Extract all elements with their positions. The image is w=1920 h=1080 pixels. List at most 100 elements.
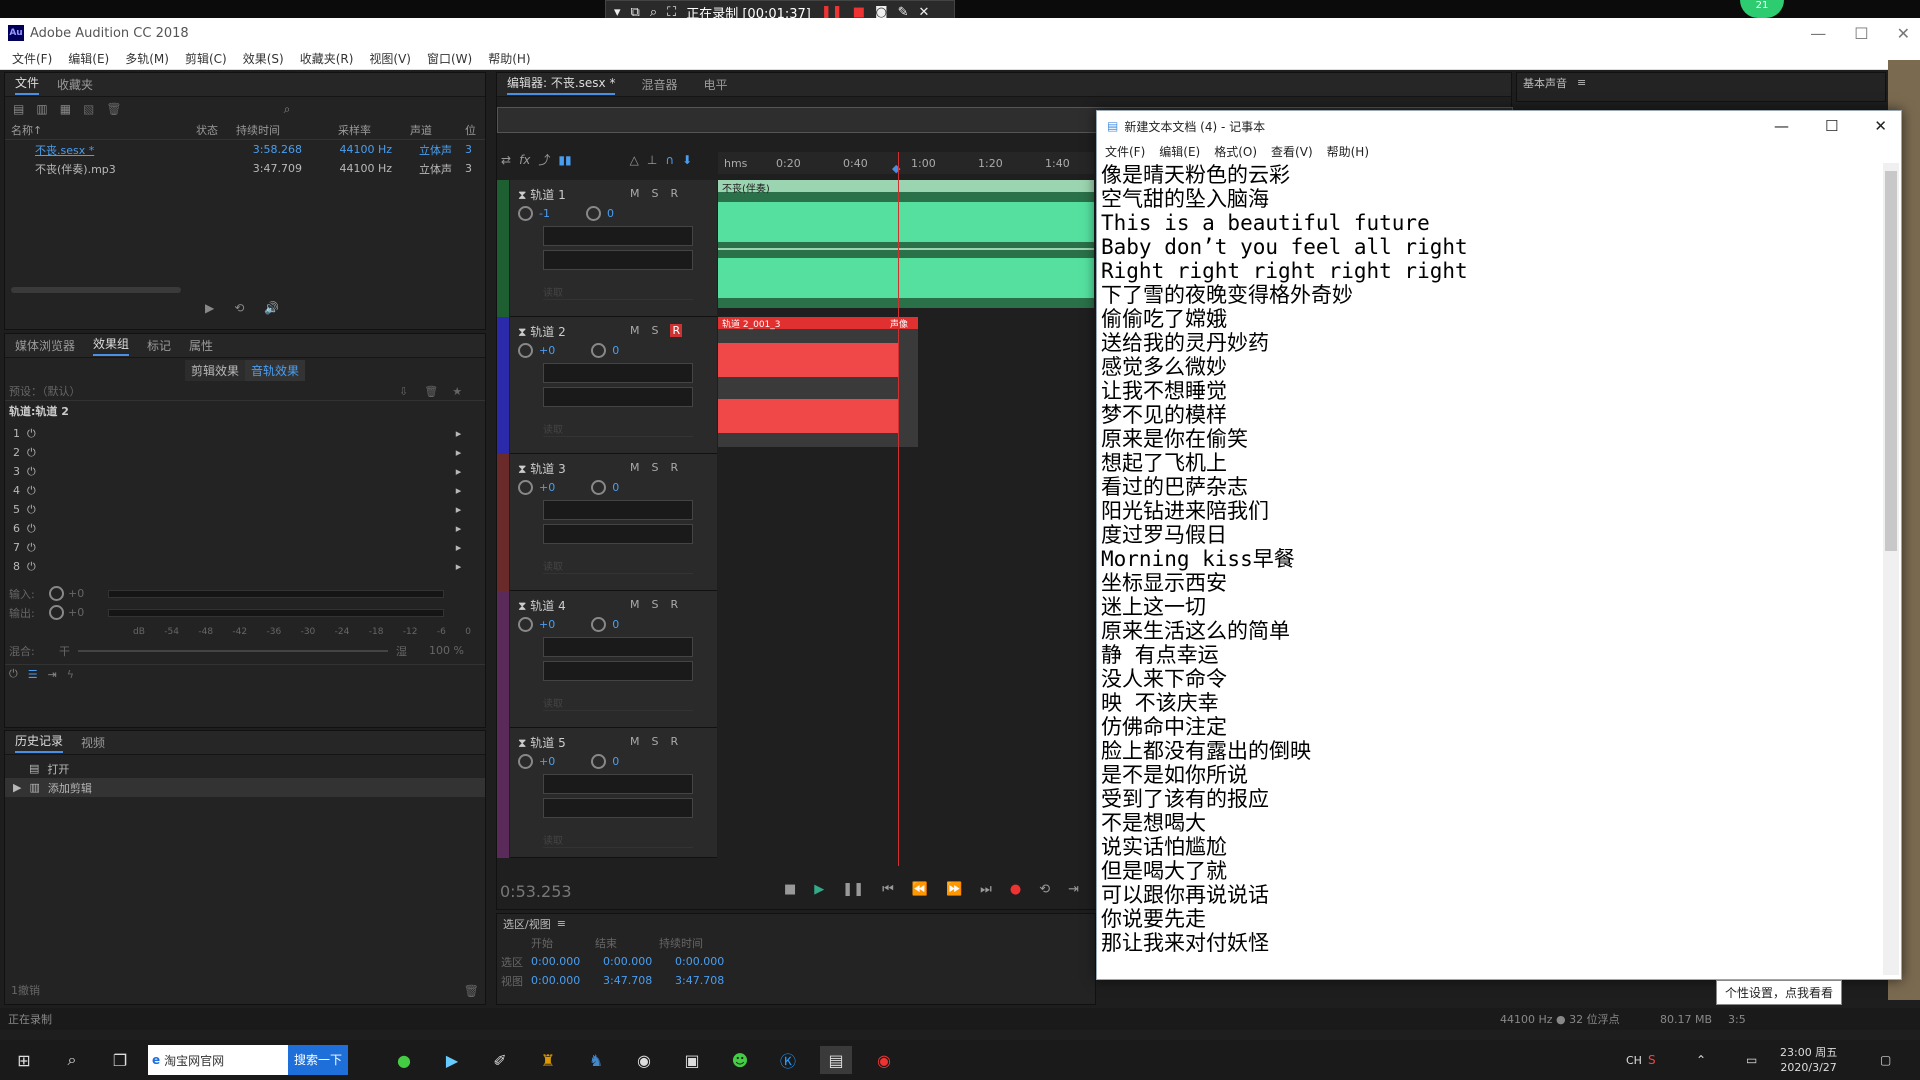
- np-menu-view[interactable]: 查看(V): [1271, 143, 1313, 160]
- audio-clip[interactable]: 轨道 2_001_3声像: [718, 317, 918, 447]
- volume-knob[interactable]: [518, 754, 533, 769]
- effect-slot[interactable]: 7 ⏻ ▸: [13, 538, 485, 557]
- time-ruler[interactable]: hms 0:20 0:40 1:00 1:20 1:40 ◆: [718, 152, 1094, 175]
- effect-slot[interactable]: 2 ⏻ ▸: [13, 443, 485, 462]
- view-end[interactable]: 3:47.708: [603, 974, 675, 987]
- tab-history[interactable]: 历史记录: [15, 732, 64, 753]
- network-icon[interactable]: ▭: [1746, 1053, 1757, 1067]
- search-icon[interactable]: ⌕: [284, 102, 291, 117]
- chevron-right-icon[interactable]: ▸: [456, 560, 462, 573]
- tab-files[interactable]: 文件: [15, 74, 40, 95]
- player-icon[interactable]: ▶: [436, 1046, 468, 1074]
- tab-levels[interactable]: 电平: [704, 76, 728, 93]
- volume-icon[interactable]: 🔊: [264, 301, 279, 315]
- menu-icon[interactable]: ≡: [1577, 76, 1586, 89]
- col-duration[interactable]: 持续时间: [236, 122, 338, 138]
- skip-forward-icon[interactable]: ⏭: [980, 882, 992, 897]
- input-select[interactable]: [543, 363, 693, 383]
- output-gain-knob[interactable]: [49, 605, 64, 620]
- new-file-icon[interactable]: ▦: [60, 102, 71, 116]
- mute-button[interactable]: M: [630, 461, 640, 474]
- loop-icon[interactable]: ⟲: [234, 301, 244, 315]
- table-row[interactable]: 不丧.sesx * 3:58.268 44100 Hz 立体声 3: [5, 140, 485, 159]
- marker-icon[interactable]: ⬇: [682, 153, 692, 167]
- tab-video[interactable]: 视频: [81, 734, 105, 751]
- delete-icon[interactable]: 🗑: [106, 102, 121, 116]
- play-icon[interactable]: ▶: [205, 301, 214, 315]
- save-preset-icon[interactable]: ⇩: [399, 385, 408, 398]
- output-select[interactable]: [543, 798, 693, 818]
- power-icon[interactable]: ⏻: [27, 503, 36, 517]
- col-rate[interactable]: 采样率: [338, 122, 410, 138]
- power-icon[interactable]: ⏻: [9, 667, 18, 681]
- output-select[interactable]: [543, 250, 693, 270]
- close-button[interactable]: ✕: [1874, 117, 1887, 135]
- chevron-right-icon[interactable]: ▸: [456, 465, 462, 478]
- insert-icon[interactable]: ⇥: [48, 668, 57, 681]
- minimize-button[interactable]: —: [1810, 24, 1826, 43]
- swap-icon[interactable]: ⇄: [501, 153, 511, 167]
- menu-favorites[interactable]: 收藏夹(R): [292, 50, 362, 67]
- chevron-right-icon[interactable]: ▸: [456, 446, 462, 459]
- task-view-icon[interactable]: ❐: [104, 1046, 136, 1074]
- sogou-icon[interactable]: S: [1648, 1053, 1656, 1067]
- list-icon[interactable]: ☰: [28, 668, 38, 681]
- sel-start[interactable]: 0:00.000: [531, 955, 603, 968]
- volume-knob[interactable]: [518, 206, 533, 221]
- automation-read-select[interactable]: 读取: [543, 421, 693, 437]
- search-go-button[interactable]: 搜索一下: [287, 1045, 348, 1075]
- tab-track-effects[interactable]: 音轨效果: [245, 359, 306, 381]
- tab-editor[interactable]: 编辑器: 不丧.sesx *: [507, 74, 616, 95]
- sel-duration[interactable]: 0:00.000: [675, 955, 724, 968]
- menu-icon[interactable]: ≡: [557, 917, 566, 930]
- power-icon[interactable]: ⏻: [27, 465, 36, 479]
- notepad-text-area[interactable]: 像是晴天粉色的云彩 空气甜的坠入脑海 This is a beautiful fut…: [1101, 163, 1881, 975]
- volume-knob[interactable]: [518, 617, 533, 632]
- solo-button[interactable]: S: [652, 735, 659, 748]
- mute-button[interactable]: M: [630, 324, 640, 337]
- favorite-icon[interactable]: ★: [452, 385, 462, 398]
- menu-multitrack[interactable]: 多轨(M): [117, 50, 177, 67]
- menu-clip[interactable]: 剪辑(C): [177, 50, 235, 67]
- close-button[interactable]: ✕: [1897, 24, 1910, 43]
- browser-search-box[interactable]: e 淘宝网官网 搜索一下: [148, 1045, 348, 1075]
- view-start[interactable]: 0:00.000: [531, 974, 603, 987]
- notes-icon[interactable]: ▣: [676, 1046, 708, 1074]
- mute-button[interactable]: M: [630, 735, 640, 748]
- tab-clip-effects[interactable]: 剪辑效果: [185, 359, 246, 381]
- skip-back-icon[interactable]: ⏮: [882, 882, 894, 897]
- import-icon[interactable]: ▥: [36, 102, 47, 116]
- np-menu-file[interactable]: 文件(F): [1105, 143, 1145, 160]
- record-arm-button[interactable]: R: [670, 735, 678, 748]
- col-channels[interactable]: 声道: [410, 122, 465, 138]
- tab-mixer[interactable]: 混音器: [641, 76, 677, 93]
- effect-slot[interactable]: 5 ⏻ ▸: [13, 500, 485, 519]
- delete-preset-icon[interactable]: 🗑: [424, 385, 438, 398]
- notepad-task-icon[interactable]: ▤: [820, 1046, 852, 1074]
- fx-icon[interactable]: fx: [519, 153, 530, 167]
- output-select[interactable]: [543, 661, 693, 681]
- input-gain-knob[interactable]: [49, 586, 64, 601]
- menu-effects[interactable]: 效果(S): [235, 50, 292, 67]
- audio-clip[interactable]: 不丧(伴奏): [718, 180, 1094, 308]
- col-name[interactable]: 名称↑: [11, 122, 196, 138]
- record-arm-button[interactable]: R: [670, 461, 678, 474]
- menu-window[interactable]: 窗口(W): [419, 50, 480, 67]
- np-menu-edit[interactable]: 编辑(E): [1159, 143, 1200, 160]
- tab-markers[interactable]: 标记: [147, 337, 171, 354]
- np-menu-format[interactable]: 格式(O): [1214, 143, 1257, 160]
- wechat-icon[interactable]: ☻: [724, 1046, 756, 1074]
- automation-read-select[interactable]: 读取: [543, 558, 693, 574]
- automation-read-select[interactable]: 读取: [543, 695, 693, 711]
- solo-button[interactable]: S: [652, 187, 659, 200]
- input-select[interactable]: [543, 774, 693, 794]
- mute-button[interactable]: M: [630, 187, 640, 200]
- maximize-button[interactable]: ☐: [1854, 24, 1868, 43]
- menu-edit[interactable]: 编辑(E): [60, 50, 117, 67]
- menu-help[interactable]: 帮助(H): [480, 50, 538, 67]
- chevron-right-icon[interactable]: ▸: [456, 427, 462, 440]
- input-select[interactable]: [543, 637, 693, 657]
- col-status[interactable]: 状态: [196, 122, 236, 138]
- skip-selection-icon[interactable]: ⇥: [1068, 882, 1079, 897]
- mute-button[interactable]: M: [630, 598, 640, 611]
